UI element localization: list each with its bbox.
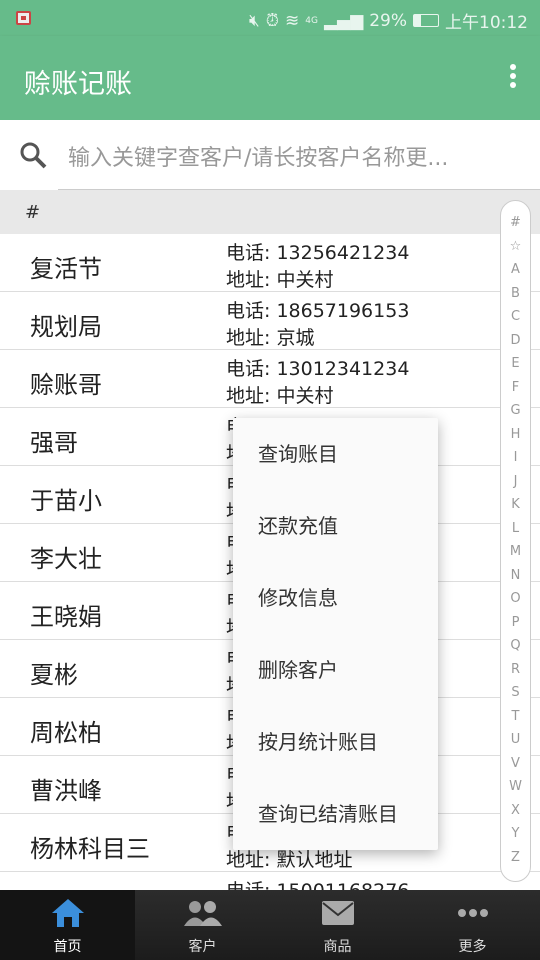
index-letter[interactable]: B [501,286,530,310]
index-letter[interactable]: J [501,474,530,498]
wifi-icon: ≋ [285,10,300,31]
search-input[interactable]: 输入关键字查客户/请长按客户名称更... [58,120,540,190]
index-letter[interactable]: T [501,709,530,733]
customer-row[interactable]: 复活节 电话: 13256421234 地址: 中关村 [0,234,540,292]
index-letter[interactable]: H [501,427,530,451]
index-letter[interactable]: E [501,356,530,380]
network-type: 4G [305,15,318,26]
index-letter[interactable]: K [501,497,530,521]
index-letter[interactable]: R [501,662,530,686]
customer-row[interactable]: 规划局 电话: 18657196153 地址: 京城 [0,292,540,350]
mute-icon: 🔇︎ [249,10,260,31]
customer-name: 夏彬 [30,661,78,689]
tab-label: 更多 [458,939,487,955]
index-letter[interactable]: U [501,732,530,756]
app-bar: 赊账记账 [0,36,540,120]
search-icon [20,142,47,169]
index-letter[interactable]: D [501,333,530,357]
search-bar: 输入关键字查客户/请长按客户名称更... [0,120,540,190]
customer-phone: 电话: 13256421234 [226,242,410,264]
app-notification-icon [16,11,31,25]
customer-address: 地址: 中关村 [226,269,334,291]
more-icon [457,909,488,917]
customer-name: 于苗小 [30,487,102,515]
users-icon [183,901,222,926]
customer-name: 曹洪峰 [30,777,102,805]
bottom-tab-bar: 首页 客户 商品 更多 [0,890,540,960]
app-title: 赊账记账 [24,69,132,100]
index-letter[interactable]: A [501,262,530,286]
index-letter[interactable]: O [501,591,530,615]
customer-name: 王晓娟 [30,603,102,631]
index-letter[interactable]: # [501,215,530,239]
alphabet-index-bar[interactable]: # ☆ A B C D E F G H I J K L M N O P Q R S T U V W X Y Z [500,200,531,882]
tab-products[interactable]: 商品 [270,890,405,960]
customer-name: 赊账哥 [30,371,102,399]
tab-label: 客户 [188,939,217,955]
customer-name: 复活节 [30,255,102,283]
battery-icon [413,14,439,27]
index-letter[interactable]: F [501,380,530,404]
mail-icon [321,901,354,925]
tab-label: 商品 [323,939,352,955]
index-letter[interactable]: L [501,521,530,545]
context-menu-item[interactable]: 按月统计账目 [233,706,438,778]
index-letter[interactable]: P [501,615,530,639]
customer-name: 李大壮 [30,545,102,573]
index-letter[interactable]: ☆ [501,239,530,263]
index-letter[interactable]: W [501,779,530,803]
index-letter[interactable]: Q [501,638,530,662]
customer-name: 强哥 [30,429,78,457]
customer-address: 地址: 中关村 [226,385,334,407]
context-menu: 查询账目 还款充值 修改信息 删除客户 按月统计账目 查询已结清账目 [233,418,438,850]
battery-percent: 29% [369,10,407,31]
tab-more[interactable]: 更多 [405,890,540,960]
status-bar: 🔇︎ ⏰︎ ≋ 4G ▂▄▆ 29% 上午10:12 [0,0,540,36]
customer-phone: 电话: 18657196153 [226,300,410,322]
customer-name: 规划局 [30,313,102,341]
customer-name: 周松柏 [30,719,102,747]
overflow-menu-icon[interactable] [510,64,518,91]
index-letter[interactable]: S [501,685,530,709]
home-icon [51,899,84,927]
section-header: # [0,190,540,234]
index-letter[interactable]: X [501,803,530,827]
customer-phone: 电话: 13012341234 [226,358,410,380]
tab-home[interactable]: 首页 [0,890,135,960]
customer-row[interactable]: 赊账哥 电话: 13012341234 地址: 中关村 [0,350,540,408]
signal-icon: ▂▄▆ [323,10,364,31]
index-letter[interactable]: C [501,309,530,333]
context-menu-item[interactable]: 删除客户 [233,634,438,706]
index-letter[interactable]: V [501,756,530,780]
index-letter[interactable]: N [501,568,530,592]
context-menu-item[interactable]: 查询账目 [233,418,438,490]
tab-customers[interactable]: 客户 [135,890,270,960]
customer-address: 地址: 京城 [226,327,315,349]
alarm-icon: ⏰︎ [265,10,280,31]
index-letter[interactable]: G [501,403,530,427]
index-letter[interactable]: M [501,544,530,568]
clock: 上午10:12 [445,13,528,33]
context-menu-item[interactable]: 查询已结清账目 [233,778,438,850]
index-letter[interactable]: Z [501,850,530,874]
context-menu-item[interactable]: 修改信息 [233,562,438,634]
index-letter[interactable]: Y [501,826,530,850]
customer-name: 杨林科目三 [30,835,150,863]
context-menu-item[interactable]: 还款充值 [233,490,438,562]
tab-label: 首页 [53,939,82,955]
index-letter[interactable]: I [501,450,530,474]
